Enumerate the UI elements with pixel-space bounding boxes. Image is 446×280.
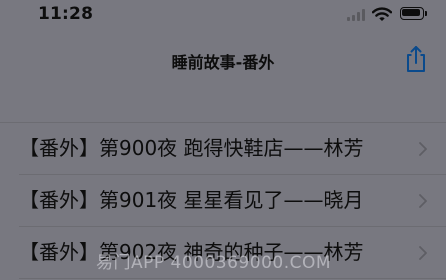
- share-icon[interactable]: [403, 44, 429, 74]
- wifi-icon: [372, 7, 392, 21]
- chevron-right-icon: [419, 246, 427, 260]
- chevron-right-icon: [419, 142, 427, 156]
- chevron-right-icon: [419, 194, 427, 208]
- battery-icon: [400, 7, 427, 20]
- list-item-label: 【番外】第901夜 星星看见了——晓月: [19, 188, 364, 212]
- list-item[interactable]: 【番外】第901夜 星星看见了——晓月: [0, 175, 446, 227]
- signal-icon: [347, 9, 366, 21]
- row-separator: [19, 278, 446, 279]
- list-item-label: 【番外】第900夜 跑得快鞋店——林芳: [19, 136, 364, 160]
- list-item[interactable]: 【番外】第902夜 神奇的种子——林芳: [0, 227, 446, 279]
- list-item[interactable]: 【番外】第900夜 跑得快鞋店——林芳: [0, 123, 446, 175]
- list-item-label: 【番外】第902夜 神奇的种子——林芳: [19, 240, 364, 264]
- status-bar: 11:28: [0, 0, 446, 30]
- story-list: 【番外】第900夜 跑得快鞋店——林芳 【番外】第901夜 星星看见了——晓月 …: [0, 122, 446, 279]
- navigation-bar: 睡前故事-番外: [0, 36, 446, 84]
- status-time: 11:28: [38, 4, 94, 24]
- page-title: 睡前故事-番外: [171, 53, 275, 72]
